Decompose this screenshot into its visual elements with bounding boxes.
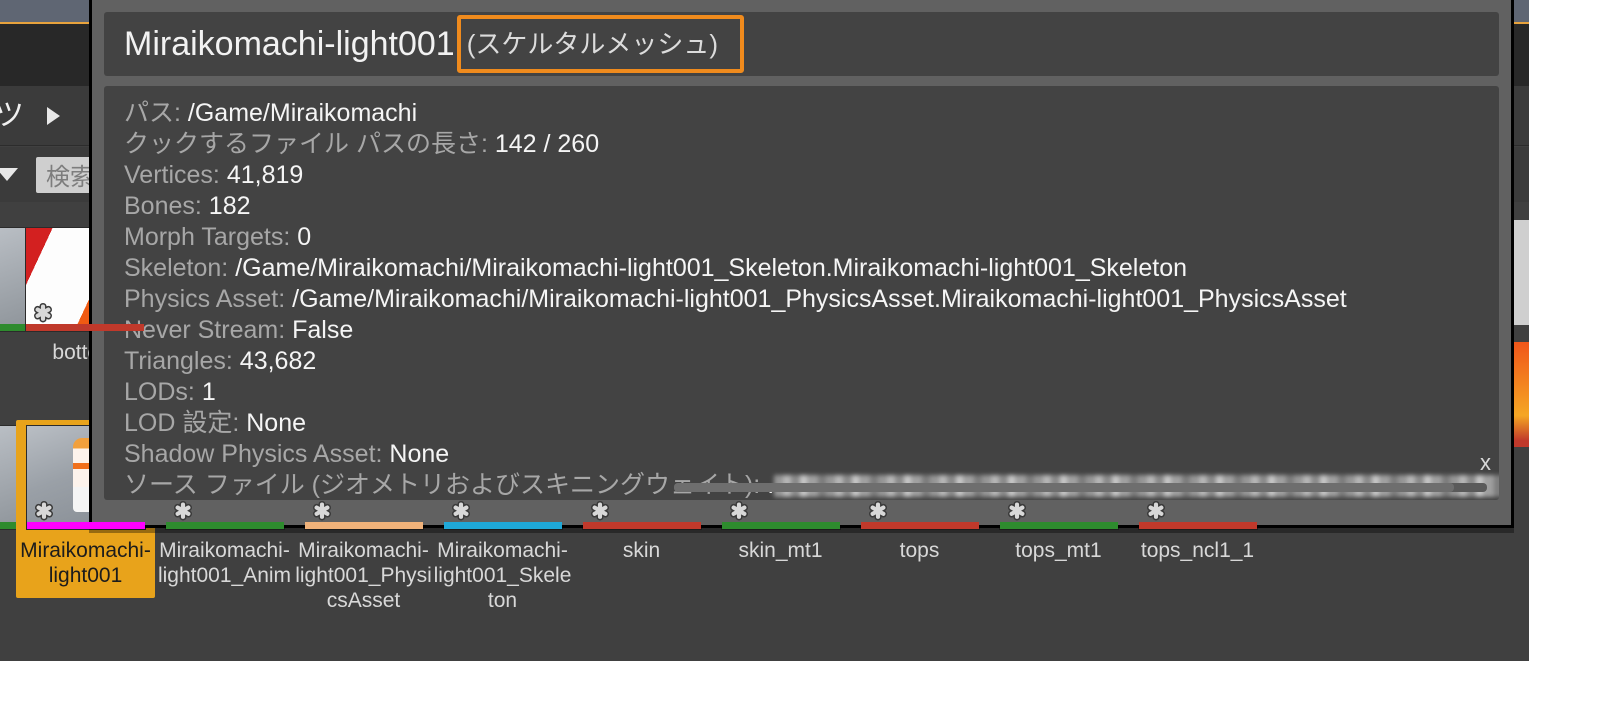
list-item-label: Miraikomachi-light001_Skeleton: [433, 539, 572, 612]
asset-type-highlight: (スケルタルメッシュ): [456, 15, 745, 73]
detail-value: /Game/Miraikomachi/Miraikomachi-light001…: [292, 285, 1347, 313]
list-item-label: Miraikomachi-light001_Anim: [157, 539, 292, 587]
asset-badge-icon: [729, 500, 748, 521]
detail-value: /Game/Miraikomachi/Miraikomachi-light001…: [235, 254, 1188, 282]
detail-row: Bones: 182: [124, 191, 1499, 222]
asset-details-tooltip: Miraikomachi-light001 (スケルタルメッシュ) パス: /G…: [89, 0, 1514, 528]
detail-key: Triangles:: [124, 347, 233, 375]
detail-key: クックするファイル パスの長さ:: [124, 130, 488, 158]
detail-value: None: [246, 409, 307, 437]
detail-row: パス: /Game/Miraikomachi: [124, 98, 1499, 129]
detail-row: Triangles: 43,682: [124, 346, 1499, 377]
detail-key: Shadow Physics Asset:: [124, 440, 383, 468]
detail-value: 41,819: [226, 161, 304, 189]
asset-name: Miraikomachi-light001: [124, 25, 455, 63]
detail-row: Never Stream: False: [124, 315, 1499, 346]
list-item-label: skin: [622, 539, 661, 562]
asset-badge-icon: [34, 500, 53, 521]
breadcrumb-label[interactable]: ツ: [0, 100, 25, 131]
detail-value: None: [389, 440, 450, 468]
screen-root: ツ 検索 bottom Miraikomachi-light001 Miraik…: [0, 0, 1606, 706]
detail-row: LODs: 1: [124, 377, 1499, 408]
detail-key: Physics Asset:: [124, 285, 286, 313]
detail-row: クックするファイル パスの長さ: 142 / 260: [124, 129, 1499, 160]
asset-badge-icon: [451, 500, 470, 521]
detail-key: Morph Targets:: [124, 223, 291, 251]
asset-badge-icon: [1146, 500, 1165, 521]
detail-row: Morph Targets: 0: [124, 222, 1499, 253]
asset-badge-icon: [173, 500, 192, 521]
asset-badge-icon: [33, 302, 52, 323]
asset-badge-icon: [868, 500, 887, 521]
horizontal-scrollbar[interactable]: [674, 483, 1487, 492]
triangle-right-icon[interactable]: [46, 106, 60, 125]
detail-row: Physics Asset: /Game/Miraikomachi/Miraik…: [124, 284, 1499, 315]
tooltip-details-body: パス: /Game/Miraikomachi クックするファイル パスの長さ: …: [104, 86, 1499, 500]
close-icon[interactable]: x: [1480, 452, 1491, 474]
list-item-label: tops_mt1: [1015, 539, 1102, 562]
detail-key: パス:: [124, 99, 181, 127]
scrollbar-thumb[interactable]: [674, 483, 1455, 492]
list-item-label: tops: [899, 539, 940, 562]
detail-key: Bones:: [124, 192, 202, 220]
detail-value: /Game/Miraikomachi: [187, 99, 418, 127]
asset-badge-icon: [1007, 500, 1026, 521]
list-item-label: tops_ncl1_1: [1140, 539, 1255, 562]
detail-key: ソース ファイル (ジオメトリおよびスキニングウェイト):: [124, 471, 761, 499]
asset-badge-icon: [590, 500, 609, 521]
detail-row: Shadow Physics Asset: None: [124, 439, 1499, 470]
detail-value: 43,682: [239, 347, 317, 375]
detail-key: LOD 設定:: [124, 409, 240, 437]
detail-value: False: [292, 316, 354, 344]
detail-key: Skeleton:: [124, 254, 229, 282]
detail-row: Skeleton: /Game/Miraikomachi/Miraikomach…: [124, 253, 1499, 284]
detail-key: Never Stream:: [124, 316, 286, 344]
detail-row: Vertices: 41,819: [124, 160, 1499, 191]
list-item-label: Miraikomachi-light001: [20, 539, 151, 587]
detail-row: LOD 設定: None: [124, 408, 1499, 439]
asset-badge-icon: [312, 500, 331, 521]
list-item-label: skin_mt1: [738, 539, 823, 562]
detail-value: 142 / 260: [494, 130, 600, 158]
detail-key: Vertices:: [124, 161, 220, 189]
detail-value: 1: [201, 378, 216, 406]
detail-value: 0: [297, 223, 312, 251]
detail-key: LODs:: [124, 378, 195, 406]
detail-value: 182: [208, 192, 251, 220]
list-item-label: Miraikomachi-light001_PhysicsAsset: [295, 539, 432, 612]
tooltip-title-bar: Miraikomachi-light001 (スケルタルメッシュ): [104, 12, 1499, 76]
chevron-down-icon[interactable]: [0, 168, 18, 181]
